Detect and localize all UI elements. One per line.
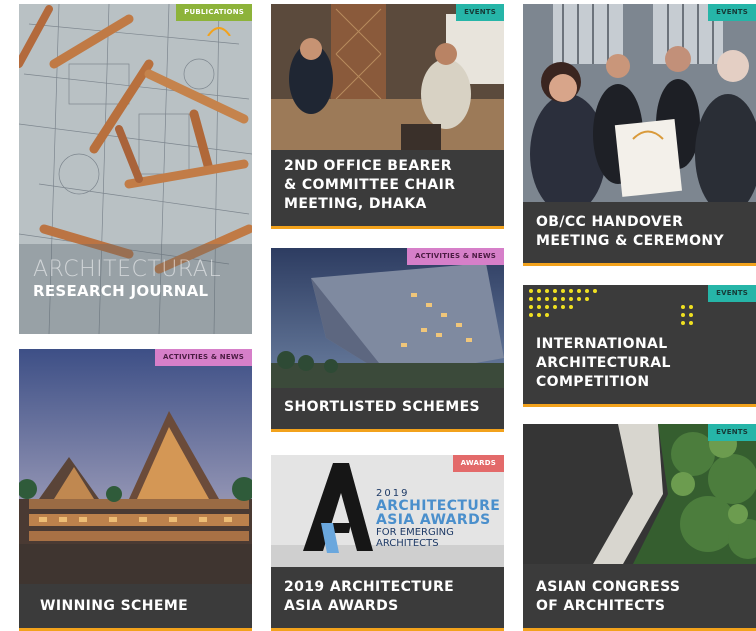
aa-logo-icon bbox=[303, 463, 373, 553]
architecture-asia-awards-tag: AWARDS bbox=[452, 455, 504, 472]
winning-scheme-caption: WINNING SCHEME bbox=[40, 598, 189, 614]
handover-ceremony-photo bbox=[523, 4, 756, 202]
international-competition-caption: INTERNATIONAL ARCHITECTURAL COMPETITION bbox=[536, 336, 671, 390]
dhaka-meeting-caption-bar: 2ND OFFICE BEARER & COMMITTEE CHAIR MEET… bbox=[271, 150, 504, 229]
research-journal-title-line2: RESEARCH JOURNAL bbox=[33, 282, 209, 300]
aa-logo-text: 2019 ARCHITECTURE ASIA AWARDS FOR EMERGI… bbox=[376, 488, 500, 549]
card-shortlisted-schemes[interactable]: ACTIVITIES & NEWS SHORTLISTED SCHEMES bbox=[271, 248, 504, 432]
winning-scheme-caption-bar: WINNING SCHEME bbox=[19, 584, 252, 631]
winning-scheme-image bbox=[19, 349, 252, 584]
handover-ceremony-caption-bar: OB/CC HANDOVER MEETING & CEREMONY bbox=[523, 202, 756, 266]
asian-congress-image bbox=[523, 424, 756, 564]
card-research-journal[interactable]: PUBLICATIONS ARCHITECTURAL RESEARCH JOUR… bbox=[19, 4, 252, 334]
architecture-asia-awards-caption: 2019 ARCHITECTURE ASIA AWARDS bbox=[284, 579, 455, 614]
publication-logo-icon bbox=[206, 22, 232, 37]
card-international-competition[interactable]: EVENTS INTERNATIONAL ARCHITECTURAL COMPE… bbox=[523, 285, 756, 407]
international-competition-caption-bar: INTERNATIONAL ARCHITECTURAL COMPETITION bbox=[523, 333, 756, 407]
aa-logo-line4: ARCHITECTS bbox=[376, 538, 439, 549]
card-dhaka-meeting[interactable]: EVENTS 2ND OFFICE BEARER & COMMITTEE CHA… bbox=[271, 4, 504, 229]
card-winning-scheme[interactable]: ACTIVITIES & NEWS WINNING SCHEME bbox=[19, 349, 252, 631]
asian-congress-tag: EVENTS bbox=[708, 424, 756, 441]
dhaka-meeting-photo bbox=[271, 4, 504, 150]
research-journal-tag: PUBLICATIONS bbox=[176, 4, 252, 21]
card-handover-ceremony[interactable]: EVENTS OB/CC HANDOVER MEETING & CEREMONY bbox=[523, 4, 756, 266]
winning-scheme-tag: ACTIVITIES & NEWS bbox=[155, 349, 252, 366]
dhaka-meeting-caption: 2ND OFFICE BEARER & COMMITTEE CHAIR MEET… bbox=[284, 158, 456, 212]
research-journal-title-line1: ARCHITECTURAL bbox=[33, 257, 222, 282]
research-journal-title: ARCHITECTURAL RESEARCH JOURNAL bbox=[33, 257, 222, 301]
shortlisted-schemes-image bbox=[271, 248, 504, 388]
asian-congress-caption: ASIAN CONGRESS OF ARCHITECTS bbox=[536, 579, 681, 614]
dhaka-meeting-tag: EVENTS bbox=[456, 4, 504, 21]
shortlisted-schemes-caption-bar: SHORTLISTED SCHEMES bbox=[271, 388, 504, 432]
aa-logo-line3: FOR EMERGING bbox=[376, 527, 454, 538]
shortlisted-schemes-caption: SHORTLISTED SCHEMES bbox=[284, 399, 481, 415]
handover-ceremony-caption: OB/CC HANDOVER MEETING & CEREMONY bbox=[536, 214, 725, 249]
handover-ceremony-tag: EVENTS bbox=[708, 4, 756, 21]
aa-logo-line1: ARCHITECTURE bbox=[376, 498, 501, 514]
card-architecture-asia-awards[interactable]: 2019 ARCHITECTURE ASIA AWARDS FOR EMERGI… bbox=[271, 455, 504, 631]
architecture-asia-awards-caption-bar: 2019 ARCHITECTURE ASIA AWARDS bbox=[271, 567, 504, 631]
asian-congress-caption-bar: ASIAN CONGRESS OF ARCHITECTS bbox=[523, 564, 756, 631]
shortlisted-schemes-tag: ACTIVITIES & NEWS bbox=[407, 248, 504, 265]
international-competition-tag: EVENTS bbox=[708, 285, 756, 302]
card-asian-congress[interactable]: EVENTS ASIAN CONGRESS OF ARCHITECTS bbox=[523, 424, 756, 631]
aa-logo-line2: ASIA AWARDS bbox=[376, 512, 491, 528]
